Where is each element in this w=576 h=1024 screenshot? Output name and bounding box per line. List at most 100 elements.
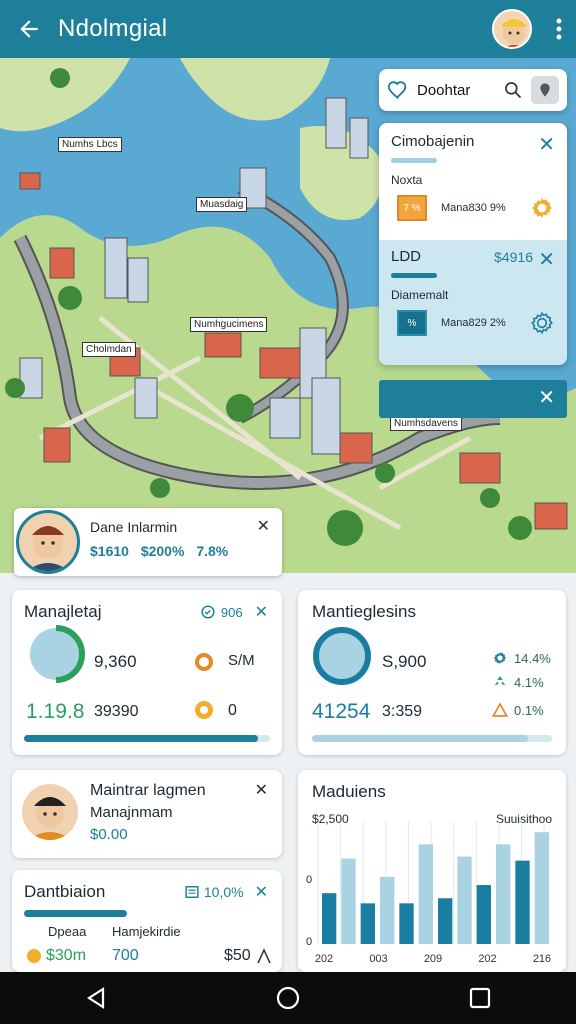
metric-big: 41254: [312, 700, 371, 723]
nav-home-button[interactable]: [258, 972, 318, 1024]
panel-title: Cimobajenin: [391, 133, 475, 150]
panel-subtitle: Noxta: [391, 173, 423, 187]
circle-home-icon: [276, 986, 300, 1010]
user-avatar[interactable]: [492, 9, 532, 49]
more-options-button[interactable]: [542, 0, 576, 58]
heart-icon: [387, 81, 407, 99]
stat-value: 7.8%: [196, 543, 229, 559]
metric-value: $30m: [46, 947, 87, 964]
app-title: Ndolmgial: [58, 15, 168, 42]
donut-chart-icon: [313, 627, 371, 685]
distribution-card[interactable]: Dantbiaion 10,0% ✕ Dpeaa Hamjekirdie $30…: [12, 870, 282, 972]
metric-value: 700: [112, 947, 139, 964]
chart-bar: [399, 903, 414, 944]
metric-big: 1.19.8: [26, 700, 85, 723]
chart-bar: [341, 858, 356, 944]
panel-section-secondary: LDD $4916 Diamemalt % Mana829 2% ✕: [379, 240, 567, 365]
close-icon[interactable]: ✕: [255, 882, 268, 902]
chart-bar: [322, 893, 337, 944]
close-icon[interactable]: ✕: [538, 250, 555, 270]
square-recents-icon: [469, 987, 491, 1009]
chart-bar: [380, 876, 395, 944]
gear-icon: [531, 311, 553, 335]
card-title: Maduiens: [312, 782, 386, 801]
close-icon[interactable]: ✕: [255, 780, 268, 800]
progress-track: [312, 735, 552, 742]
panel-value: $4916: [494, 248, 533, 265]
percent-chip: %: [397, 310, 427, 336]
ring-icon: [195, 653, 213, 671]
badge-value: 10,0%: [203, 884, 244, 900]
metrics-card-2[interactable]: Mantieglesins S,900 14.4% 4.1% 41254 3:3…: [298, 590, 566, 755]
close-icon[interactable]: ✕: [538, 388, 555, 408]
card-title: Manajletaj: [24, 602, 102, 621]
nav-back-button[interactable]: [66, 972, 126, 1024]
more-vert-icon: [556, 18, 562, 40]
panel-divider: [391, 158, 437, 163]
map-label: Numhsdavens: [390, 416, 462, 431]
profile-amount: $0.00: [90, 826, 128, 843]
metric-value: 9,360: [94, 652, 137, 671]
check-circle-icon: [201, 605, 215, 619]
avatar: [16, 510, 80, 574]
profile-name: Maintrar lagmen: [90, 782, 206, 799]
triangle-back-icon: [86, 987, 105, 1009]
panel-title-2: LDD: [391, 248, 422, 265]
map-label: Numhgucimens: [190, 317, 268, 332]
percent-row: 0.1%: [492, 702, 544, 718]
percent-row: 14.4%: [492, 650, 551, 666]
chart-bar: [476, 885, 491, 944]
panel-section-primary: Cimobajenin Noxta 7 % Mana830 9% ✕: [379, 123, 567, 240]
metric-value: $50: [224, 947, 251, 964]
system-nav-bar: [0, 972, 576, 1024]
warning-icon: [492, 702, 508, 717]
back-button[interactable]: [0, 0, 58, 58]
search-text[interactable]: Doohtar: [417, 82, 503, 99]
avatar-icon: [502, 19, 526, 47]
gear-icon: [494, 652, 506, 664]
user-summary-card[interactable]: Dane Inlarmin $1610 $200% 7.8% ✕: [14, 508, 282, 576]
location-button[interactable]: [531, 76, 559, 104]
chart-bar: [534, 832, 549, 944]
metric-value: 3:359: [382, 703, 423, 720]
progress-fill: [24, 910, 128, 917]
metric-value: 39390: [94, 703, 139, 720]
metric-value: S,900: [382, 652, 427, 671]
panel-row: % Mana829 2%: [391, 310, 555, 336]
donut-chart-icon: [30, 625, 85, 683]
bar-chart: 202 003 209 202 216: [315, 822, 551, 965]
progress-track: [24, 735, 270, 742]
up-arrow-icon: [257, 948, 271, 964]
coin-icon: [27, 949, 41, 963]
column-label: Dpeaa: [48, 924, 87, 939]
nav-recents-button[interactable]: [450, 972, 510, 1024]
arrow-left-icon: [20, 20, 38, 38]
close-icon[interactable]: ✕: [538, 135, 555, 155]
user-stats: $1610 $200% 7.8%: [90, 543, 236, 559]
close-icon[interactable]: ✕: [255, 602, 268, 622]
x-tick-label: 209: [424, 953, 442, 965]
location-info-panel: Cimobajenin Noxta 7 % Mana830 9% ✕ LDD $…: [379, 123, 567, 365]
chart-bar: [418, 844, 433, 944]
badge-value: 906: [220, 604, 243, 620]
progress-fill: [312, 735, 528, 742]
card-badge: 906 ✕: [201, 602, 268, 622]
panel-row-text: Mana829 2%: [441, 317, 506, 329]
column-label: Hamjekirdie: [112, 924, 181, 939]
user-name: Dane Inlarmin: [90, 519, 178, 535]
metrics-card-1[interactable]: Manajletaj 906 ✕ 9,360 S/M 1.19.8 39390 …: [12, 590, 282, 755]
list-icon: [185, 886, 199, 898]
metric-value: 0: [228, 702, 237, 719]
app-bar: Ndolmgial: [0, 0, 576, 58]
map-search-bar[interactable]: Doohtar: [379, 69, 567, 111]
panel-strip: ✕: [379, 380, 567, 418]
recycle-icon: [494, 676, 506, 686]
profile-role: Manajnmam: [90, 804, 173, 821]
x-tick-label: 216: [533, 953, 551, 965]
card-badge: 10,0% ✕: [185, 882, 268, 902]
metric-unit: S/M: [228, 652, 255, 669]
profile-card[interactable]: Maintrar lagmen Manajnmam $0.00 ✕: [12, 770, 282, 858]
chart-bar: [496, 844, 511, 944]
close-icon[interactable]: ✕: [257, 516, 270, 536]
chart-bar: [515, 860, 530, 944]
